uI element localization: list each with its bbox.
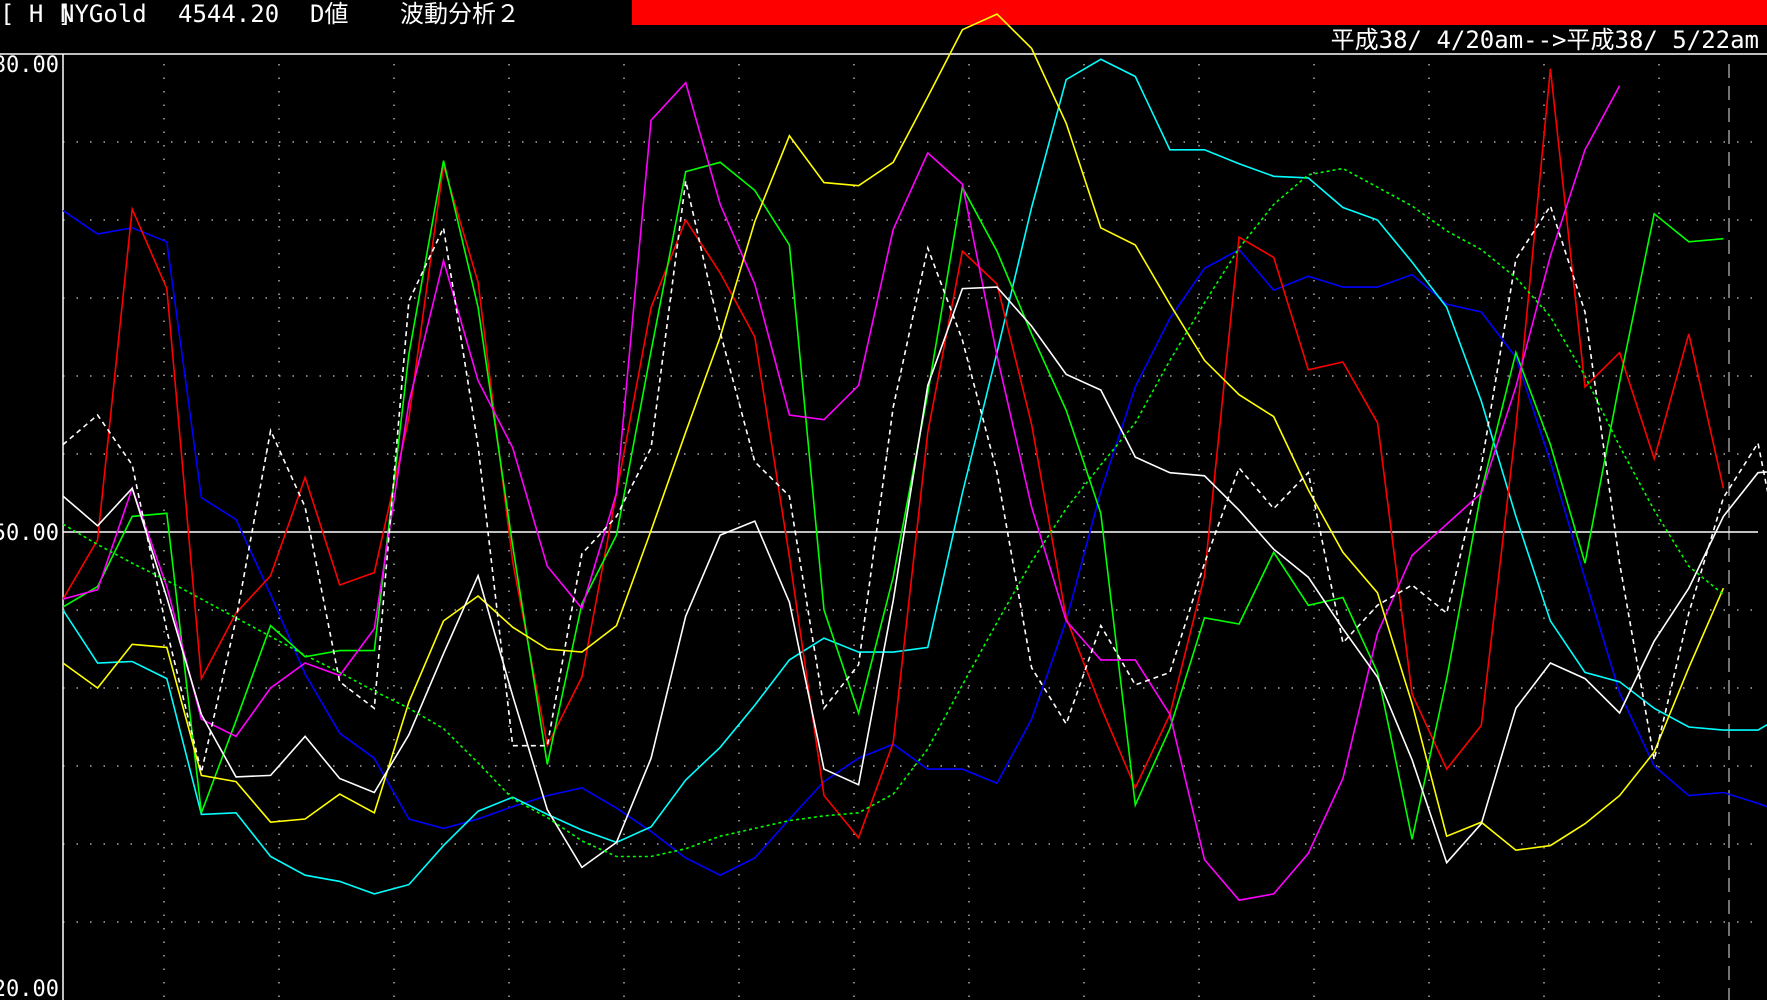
series-line-8 bbox=[62, 180, 1767, 773]
series-line-3 bbox=[62, 68, 1725, 840]
y-tick-label: 20.00 bbox=[0, 977, 59, 1000]
y-axis-labels: 80.00 50.00 20.00 bbox=[0, 53, 59, 1000]
plot-frame bbox=[0, 53, 1767, 1000]
y-tick-label: 80.00 bbox=[0, 53, 59, 78]
series-line-9 bbox=[62, 167, 1724, 858]
series-line-7 bbox=[62, 286, 1767, 869]
series-line-6 bbox=[62, 13, 1725, 852]
series-lines bbox=[62, 13, 1767, 902]
series-line-2 bbox=[62, 58, 1767, 895]
wave-analysis-chart: 80.00 50.00 20.00 bbox=[0, 13, 1767, 1000]
y-tick-label: 50.00 bbox=[0, 521, 59, 546]
